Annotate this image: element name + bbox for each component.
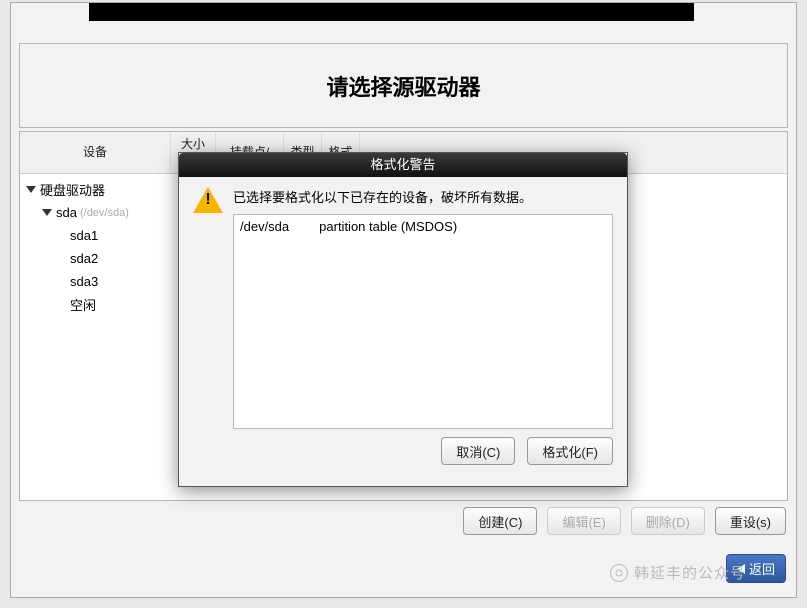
expander-icon[interactable] (42, 209, 52, 216)
dialog-footer: 取消(C) 格式化(F) (179, 437, 627, 477)
page-title: 请选择源驱动器 (326, 70, 480, 102)
tree-label: sda3 (20, 274, 171, 289)
dialog-body: 已选择要格式化以下已存在的设备，破坏所有数据。 /dev/sda partiti… (179, 177, 627, 437)
watermark-text: 韩延丰的公众号 (634, 562, 746, 583)
action-button-row: 创建(C) 编辑(E) 删除(D) 重设(s) (21, 507, 790, 535)
dialog-device-list[interactable]: /dev/sda partition table (MSDOS) (233, 214, 613, 429)
warning-icon (193, 187, 223, 213)
dialog-content: 已选择要格式化以下已存在的设备，破坏所有数据。 /dev/sda partiti… (233, 187, 613, 429)
create-button[interactable]: 创建(C) (463, 507, 537, 535)
watermark: 韩延丰的公众号 (610, 562, 746, 583)
tree-label: sda1 (20, 228, 171, 243)
expander-icon[interactable] (26, 186, 36, 193)
root-label: 硬盘驱动器 (40, 180, 105, 199)
edit-button: 编辑(E) (547, 507, 620, 535)
dialog-title: 格式化警告 (179, 153, 627, 177)
delete-button: 删除(D) (631, 507, 705, 535)
window-top-bar (89, 3, 694, 21)
format-warning-dialog: 格式化警告 已选择要格式化以下已存在的设备，破坏所有数据。 /dev/sda p… (178, 152, 628, 487)
cancel-button[interactable]: 取消(C) (441, 437, 515, 465)
title-panel: 请选择源驱动器 (19, 43, 788, 128)
sda-hint: (/dev/sda) (80, 207, 129, 219)
watermark-icon (610, 564, 628, 582)
tree-label: 空闲 (20, 295, 171, 314)
back-label: 返回 (749, 559, 775, 578)
tree-label: sda2 (20, 251, 171, 266)
reset-button[interactable]: 重设(s) (715, 507, 786, 535)
format-button[interactable]: 格式化(F) (527, 437, 613, 465)
dialog-message: 已选择要格式化以下已存在的设备，破坏所有数据。 (233, 187, 613, 206)
list-dev: /dev/sda (240, 219, 289, 234)
sda-label: sda (56, 205, 77, 220)
list-item[interactable]: /dev/sda partition table (MSDOS) (240, 219, 606, 234)
list-desc: partition table (MSDOS) (319, 219, 457, 234)
col-device[interactable]: 设备 (20, 132, 171, 173)
